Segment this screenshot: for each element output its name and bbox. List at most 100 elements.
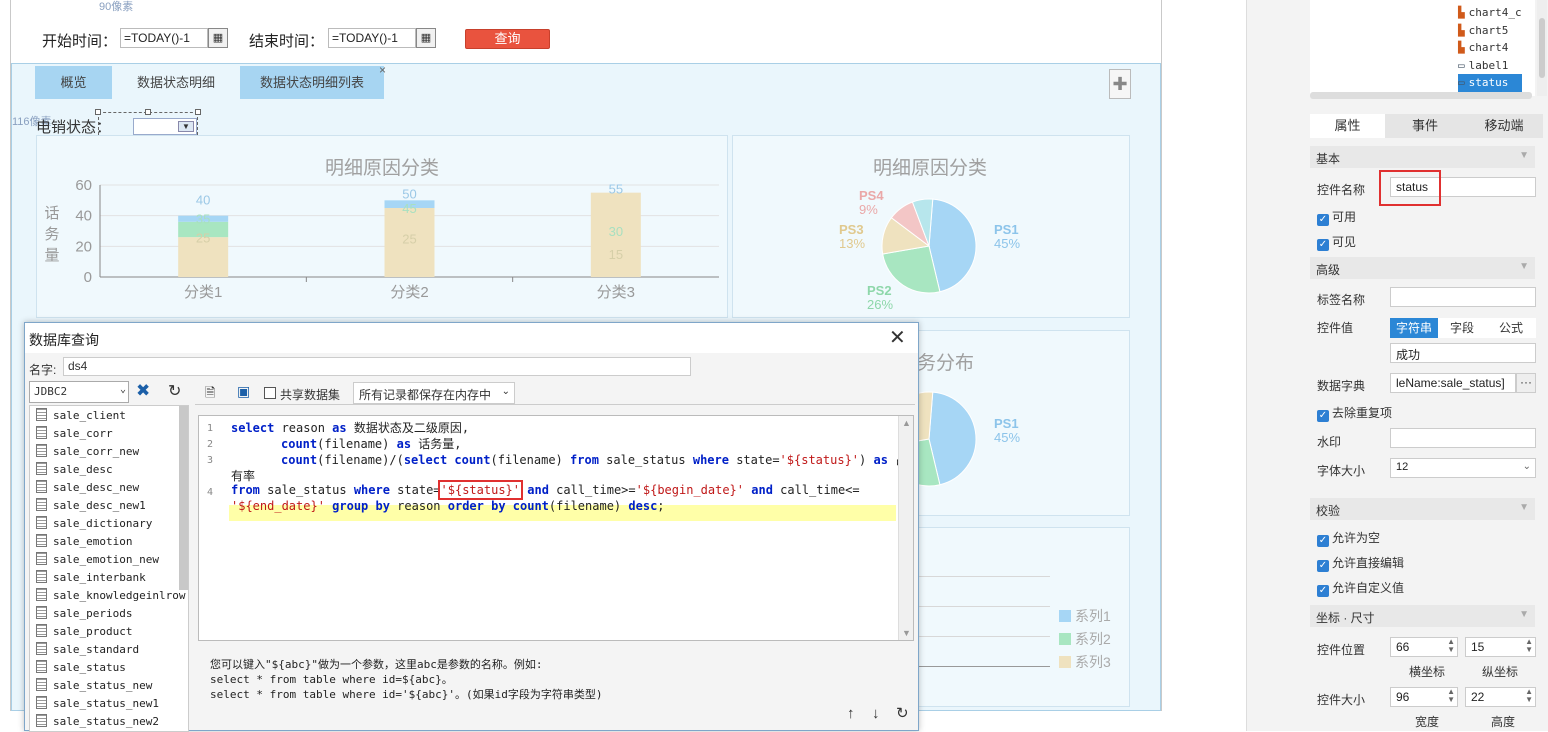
table-list-item[interactable]: sale_client [36, 407, 126, 425]
table-list-item[interactable]: sale_desc_new [36, 479, 139, 497]
scrollbar[interactable] [1310, 92, 1532, 99]
move-up-icon[interactable]: ↑ [847, 705, 855, 722]
tree-item[interactable]: ▭ status [1458, 74, 1522, 92]
scrollbar[interactable] [179, 406, 188, 590]
table-name: sale_desc_new1 [53, 499, 146, 512]
table-list-item[interactable]: sale_status_new [36, 677, 152, 695]
value-type-field[interactable]: 字段 [1438, 318, 1486, 338]
more-icon[interactable]: ··· [1516, 373, 1536, 393]
refresh-icon[interactable]: ↻ [896, 704, 909, 722]
tree-item[interactable]: ▭ label1 [1458, 57, 1522, 75]
calendar-icon[interactable]: ▦ [416, 28, 436, 48]
table-list-item[interactable]: sale_desc_new1 [36, 497, 146, 515]
tab-status-detail[interactable]: 数据状态明细 × [113, 63, 248, 99]
table-name: sale_corr_new [53, 445, 140, 458]
sql-editor[interactable]: 1 2 3 4 select reason as 数据状态及二级原因, coun… [198, 415, 914, 641]
move-down-icon[interactable]: ↓ [872, 705, 880, 722]
scroll-up-icon: ▲ [902, 418, 911, 428]
tree-item[interactable]: ▙ chart5 [1458, 22, 1522, 40]
section-basic[interactable]: 基本 ▼ [1310, 146, 1535, 168]
section-validate[interactable]: 校验 ▼ [1310, 498, 1535, 520]
table-list[interactable]: sale_client sale_corr sale_corr_new sale_de… [29, 405, 189, 732]
scrollbar-vertical[interactable] [1537, 0, 1547, 96]
ctrl-value-input[interactable]: 成功 [1390, 343, 1536, 363]
section-position[interactable]: 坐标 · 尺寸 ▼ [1310, 605, 1535, 627]
allow-edit-checkbox[interactable]: ✓ 允许直接编辑 [1317, 554, 1404, 572]
close-icon[interactable]: ✕ [889, 325, 906, 350]
resize-handle[interactable] [95, 109, 101, 115]
query-button[interactable]: 查询 [465, 29, 550, 49]
end-time-input[interactable]: =TODAY()-1 [328, 28, 416, 48]
tab-properties[interactable]: 属性 [1310, 114, 1385, 138]
refresh-icon[interactable]: ↻ [168, 381, 181, 401]
table-list-item[interactable]: sale_dictionary [36, 515, 152, 533]
save-icon[interactable]: ▣ [237, 383, 250, 400]
value-type-formula[interactable]: 公式 [1486, 318, 1536, 338]
resize-handle[interactable] [195, 109, 201, 115]
enabled-checkbox[interactable]: ✓ 可用 [1317, 208, 1356, 226]
connection-select[interactable]: JDBC2 ⌄ [29, 381, 129, 403]
tree-item[interactable]: ▙ chart4_c [1458, 4, 1522, 22]
resize-handle[interactable] [145, 109, 151, 115]
x-tick-label: 分类3 [597, 284, 635, 301]
table-list-item[interactable]: sale_status_new1 [36, 695, 159, 713]
table-list-item[interactable]: sale_knowledgeinlrow [36, 587, 185, 605]
tab-label: 数据状态明细列表 [259, 75, 364, 90]
allow-custom-checkbox[interactable]: ✓ 允许自定义值 [1317, 579, 1404, 597]
size-h-input[interactable]: 22 ▲ ▼ [1465, 687, 1536, 707]
table-icon [36, 714, 47, 727]
bar-chart-panel[interactable]: 0 20 40 60 话务量分类1 40 35 25 分类2 50 45 25 分类3 55 30 15 明细… [36, 135, 728, 318]
line-number: 3 [207, 455, 214, 466]
pie-chart-panel[interactable]: PS1 45% PS2 26% PS3 13% PS4 9% 明细原因分类 [732, 135, 1130, 318]
close-icon[interactable]: × [379, 54, 386, 87]
connection-settings-icon[interactable]: ✖ [136, 381, 150, 401]
scrollbar[interactable]: ▲ ▼ [898, 416, 913, 640]
tab-events[interactable]: 事件 [1385, 114, 1465, 138]
section-advanced[interactable]: 高级 ▼ [1310, 257, 1535, 279]
value-type-string[interactable]: 字符串 [1390, 318, 1438, 338]
scroll-down-icon: ▼ [902, 628, 911, 638]
line-number: 1 [207, 423, 214, 434]
chevron-down-icon: ⌄ [1522, 461, 1531, 472]
preview-icon[interactable]: 🗎 [205, 384, 215, 406]
watermark-input[interactable] [1390, 428, 1536, 448]
table-list-item[interactable]: sale_desc [36, 461, 113, 479]
table-list-item[interactable]: sale_emotion_new [36, 551, 159, 569]
status-combo[interactable]: ▼ [133, 118, 197, 135]
size-w-input[interactable]: 96 ▲ ▼ [1390, 687, 1458, 707]
font-size-select[interactable]: 12 ⌄ [1390, 458, 1536, 478]
y-axis-label: 务 [44, 226, 59, 243]
dict-input[interactable]: leName:sale_status] [1390, 373, 1516, 393]
tab-overview[interactable]: 概览 × [35, 63, 122, 99]
storage-select[interactable]: 所有记录都保存在内存中 ⌄ [353, 382, 515, 404]
table-list-item[interactable]: sale_periods [36, 605, 132, 623]
share-checkbox[interactable] [264, 387, 276, 399]
add-tab-icon[interactable]: ✚ [1109, 69, 1131, 99]
pos-y-input[interactable]: 15 ▲ ▼ [1465, 637, 1536, 657]
tab-mobile[interactable]: 移动端 [1465, 114, 1543, 138]
visible-checkbox[interactable]: ✓ 可见 [1317, 233, 1356, 251]
name-label: 名字: [29, 363, 57, 377]
pos-x-input[interactable]: 66 ▲ ▼ [1390, 637, 1458, 657]
pos-x-caption: 横坐标 [1409, 665, 1446, 679]
tree-item[interactable]: ▙ chart4 [1458, 39, 1522, 57]
tab-status-detail-list[interactable]: 数据状态明细列表 × [240, 63, 386, 99]
chevron-down-icon[interactable]: ▼ [178, 121, 194, 132]
table-list-item[interactable]: sale_product [36, 623, 132, 641]
start-time-input[interactable]: =TODAY()-1 [120, 28, 208, 48]
tag-name-input[interactable] [1390, 287, 1536, 307]
name-input[interactable]: ds4 [63, 357, 691, 376]
tag-name-label: 标签名称 [1317, 293, 1366, 307]
table-list-item[interactable]: sale_status [36, 659, 126, 677]
legend-item: 系列3 [1059, 652, 1111, 672]
dedupe-checkbox[interactable]: ✓ 去除重复项 [1317, 404, 1392, 422]
table-list-item[interactable]: sale_interbank [36, 569, 146, 587]
table-list-item[interactable]: sale_emotion [36, 533, 132, 551]
allow-empty-checkbox[interactable]: ✓ 允许为空 [1317, 529, 1380, 547]
table-list-item[interactable]: sale_corr [36, 425, 113, 443]
table-list-item[interactable]: sale_standard [36, 641, 139, 659]
table-list-item[interactable]: sale_status_new2 [36, 713, 159, 731]
table-list-item[interactable]: sale_corr_new [36, 443, 139, 461]
calendar-icon[interactable]: ▦ [208, 28, 228, 48]
table-name: sale_status_new [53, 679, 153, 692]
